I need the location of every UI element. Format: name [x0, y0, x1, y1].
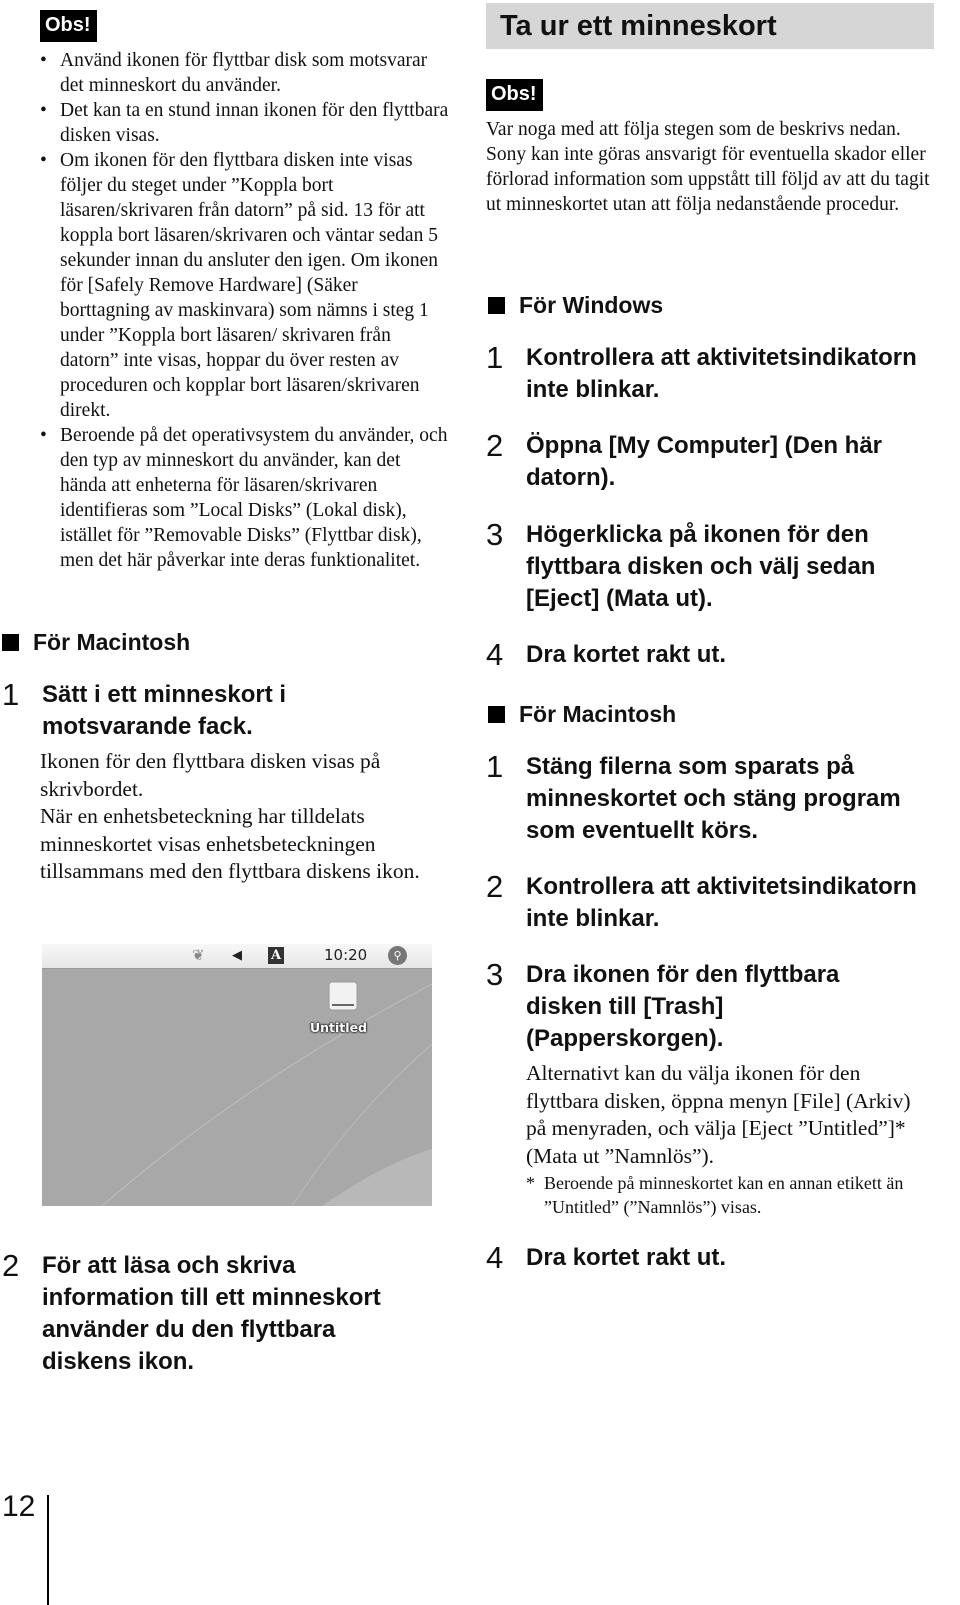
page-title: Ta ur ett minneskort	[486, 3, 934, 49]
windows-step-3: 3 Högerklicka på ikonen för den flyttbar…	[486, 517, 876, 613]
section-heading-macintosh: För Macintosh	[488, 699, 676, 729]
page-number: 12	[2, 1490, 36, 1523]
wallpaper-curves	[101, 983, 432, 1206]
windows-step-2: 2 Öppna [My Computer] (Den här datorn).	[486, 428, 883, 492]
note-badge: Obs!	[486, 79, 543, 111]
step-1: 1 Sätt i ett minneskort i motsvarande fa…	[2, 677, 287, 741]
square-bullet-icon	[2, 633, 19, 651]
note-badge: Obs!	[40, 10, 97, 42]
mac-step-1: 1 Stäng filerna som sparats på minneskor…	[486, 749, 901, 845]
windows-step-1: 1 Kontrollera att aktivitetsindikatorn i…	[486, 340, 917, 404]
page-number-divider	[47, 1495, 49, 1605]
note-item: • Använd ikonen för flyttbar disk som mot…	[40, 50, 428, 96]
mac-step-3-body: Alternativt kan du välja ikonen för den …	[526, 1061, 911, 1168]
section-heading-windows: För Windows	[488, 290, 663, 320]
section-heading-macintosh: För Macintosh	[2, 627, 190, 657]
step-2: 2 För att läsa och skriva information ti…	[2, 1248, 381, 1376]
note-list: • Använd ikonen för flyttbar disk som mot…	[40, 48, 450, 573]
mac-step-4: 4 Dra kortet rakt ut.	[486, 1240, 727, 1275]
mac-step-2: 2 Kontrollera att aktivitetsindikatorn i…	[486, 869, 917, 933]
square-bullet-icon	[488, 296, 505, 314]
footnote: * Beroende på minneskortet kan en annan …	[526, 1173, 904, 1217]
note-item: • Det kan ta en stund innan ikonen för de…	[40, 100, 449, 146]
note-item: • Beroende på det operativsystem du använ…	[40, 425, 448, 571]
mac-desktop-screenshot: ❦ ◀ A 10:20 ⚲ Untitled	[42, 944, 432, 1206]
removable-disk-icon[interactable]	[327, 980, 359, 1012]
step-1-body: Ikonen för den flyttbara disken visas på…	[40, 749, 420, 883]
note-text: Var noga med att följa stegen som de bes…	[486, 119, 930, 215]
removable-disk-label[interactable]: Untitled	[310, 1020, 367, 1035]
note-item: • Om ikonen för den flyttbara disken inte…	[40, 150, 438, 421]
mac-step-3: 3 Dra ikonen för den flyttbara disken ti…	[486, 957, 840, 1053]
square-bullet-icon	[488, 705, 505, 723]
windows-step-4: 4 Dra kortet rakt ut.	[486, 637, 727, 672]
